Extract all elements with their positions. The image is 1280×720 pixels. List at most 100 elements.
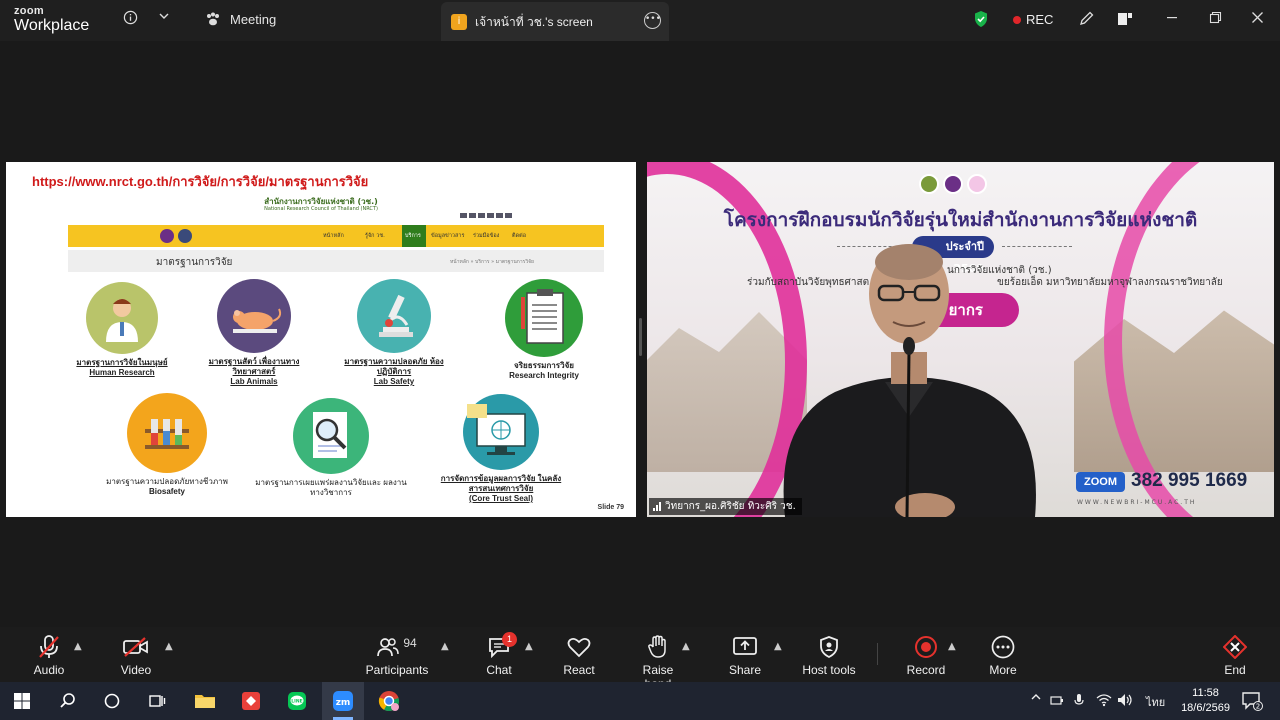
- volume-icon[interactable]: [1117, 693, 1133, 710]
- nav-item: ติดต่อ: [512, 233, 527, 239]
- lab-mouse-icon: [217, 279, 291, 353]
- participant-name: วิทยากร_ผอ.ศิริชัย ทิวะศิริ วช.: [665, 501, 796, 512]
- signal-bars-icon: [653, 502, 661, 511]
- website-text: WWW.NEWBRI-MCU.AC.TH: [1077, 499, 1197, 506]
- chat-options-chevron-icon[interactable]: ▲: [525, 641, 533, 652]
- category-research-integrity: จริยธรรมการวิจัย Research Integrity: [484, 279, 604, 381]
- chat-label: Chat: [486, 663, 512, 677]
- network-adapter-icon[interactable]: [1050, 693, 1064, 710]
- react-label: React: [563, 663, 595, 677]
- microscope-icon: [357, 279, 431, 353]
- more-button[interactable]: More: [984, 634, 1022, 677]
- info-icon[interactable]: [123, 10, 138, 29]
- paw-icon: [207, 12, 219, 26]
- meeting-tab-label: Meeting: [230, 11, 277, 27]
- clipboard-icon: [505, 279, 583, 357]
- shield-check-icon[interactable]: [973, 10, 989, 32]
- sponsor-logos: [919, 174, 987, 194]
- svg-text:LINE: LINE: [291, 699, 302, 705]
- chevron-down-icon[interactable]: [158, 10, 170, 26]
- wifi-icon[interactable]: [1096, 693, 1112, 710]
- task-view-icon[interactable]: [145, 689, 169, 713]
- toolbar-divider: [877, 643, 878, 665]
- participants-button[interactable]: 94 Participants: [362, 634, 432, 677]
- tray-microphone-icon[interactable]: [1073, 693, 1085, 710]
- data-monitor-icon: [463, 394, 539, 470]
- clock-time: 11:58: [1192, 687, 1219, 699]
- zoom-app-icon[interactable]: zm: [331, 689, 355, 713]
- search-icon[interactable]: [56, 689, 80, 713]
- react-button[interactable]: React: [562, 634, 596, 677]
- chat-button[interactable]: 1 Chat: [482, 632, 517, 677]
- magnifier-document-icon: [293, 398, 369, 474]
- audio-button[interactable]: Audio: [26, 634, 72, 677]
- chrome-icon[interactable]: [377, 689, 401, 713]
- system-clock[interactable]: 11:58 18/6/2569: [1181, 686, 1230, 716]
- recording-indicator: REC: [1013, 12, 1053, 27]
- breadcrumb: หน้าหลัก » บริการ » มาตรฐานการวิจัย: [450, 259, 534, 265]
- category-th-label: จริยธรรมการวิจัย: [514, 361, 574, 370]
- audio-options-chevron-icon[interactable]: ▲: [74, 641, 82, 652]
- raise-hand-options-chevron-icon[interactable]: ▲: [682, 641, 690, 652]
- split-view-handle[interactable]: [639, 318, 642, 356]
- more-options-icon[interactable]: •••: [644, 12, 661, 29]
- category-en-label: (Core Trust Seal): [468, 494, 533, 503]
- restore-icon[interactable]: [1209, 11, 1222, 28]
- record-options-chevron-icon[interactable]: ▲: [948, 641, 956, 652]
- category-research-publication: มาตรฐานการเผยแพร่ผลงานวิจัยและ ผลงานทางว…: [252, 398, 410, 498]
- tray-chevron-up-icon[interactable]: [1030, 691, 1042, 706]
- share-options-chevron-icon[interactable]: ▲: [774, 641, 782, 652]
- pencil-icon[interactable]: [1078, 10, 1095, 31]
- speaker-video[interactable]: โครงการฝึกอบรมนักวิจัยรุ่นใหม่สำนักงานกา…: [647, 162, 1274, 517]
- category-th-label: มาตรฐานการเผยแพร่ผลงานวิจัยและ ผลงานทางว…: [255, 478, 407, 497]
- record-icon: [915, 636, 937, 658]
- windows-taskbar: LINE zm ไทย 11:58 18/6/2569 2: [0, 682, 1280, 720]
- minimize-icon[interactable]: [1166, 11, 1178, 27]
- file-explorer-icon[interactable]: [193, 689, 217, 713]
- rec-label: REC: [1026, 12, 1054, 27]
- nav-item: บริการ: [405, 233, 421, 239]
- line-app-icon[interactable]: LINE: [285, 689, 309, 713]
- view-layout-icon[interactable]: [1117, 11, 1133, 31]
- host-tools-button[interactable]: Host tools: [800, 634, 858, 677]
- share-tab-name: เจ้าหน้าที่ วช.'s screen: [475, 15, 593, 29]
- audio-label: Audio: [33, 663, 65, 677]
- host-shield-icon: [820, 636, 838, 659]
- category-th-label: มาตรฐานความปลอดภัย ห้องปฏิบัติการ: [344, 357, 444, 376]
- sponsor-logo-icon: [967, 174, 987, 194]
- more-dots-icon: [991, 635, 1015, 659]
- share-tab-badge: i: [451, 14, 467, 30]
- sponsor-logo-icon: [919, 174, 939, 194]
- clock-date: 18/6/2569: [1181, 702, 1230, 714]
- zoom-app-label: zm: [336, 698, 351, 708]
- end-meeting-button[interactable]: End: [1218, 634, 1252, 677]
- slide-url: https://www.nrct.go.th/การวิจัย/การวิจัย…: [32, 174, 369, 189]
- meeting-tab[interactable]: Meeting: [205, 11, 276, 27]
- video-button[interactable]: Video: [114, 634, 158, 677]
- speaker-person: [783, 244, 1036, 517]
- end-label: End: [1224, 663, 1246, 677]
- cortana-icon[interactable]: [100, 689, 124, 713]
- site-utility-icons: [460, 213, 512, 218]
- zoom-workplace-logo: zoom Workplace: [14, 6, 89, 34]
- anydesk-icon[interactable]: [239, 689, 263, 713]
- screen-share-tab[interactable]: i เจ้าหน้าที่ วช.'s screen •••: [441, 2, 669, 41]
- ministry-logo-icon: [178, 229, 192, 243]
- category-lab-safety: มาตรฐานความปลอดภัย ห้องปฏิบัติการ Lab Sa…: [336, 279, 452, 387]
- category-th-label: มาตรฐานความปลอดภัยทางชีวภาพ: [106, 477, 228, 486]
- category-th-label: การจัดการข้อมูลผลการวิจัย ในคลังสารสนเทศ…: [440, 474, 562, 493]
- close-icon[interactable]: [1251, 11, 1264, 28]
- microphone-muted-icon: [39, 635, 59, 658]
- category-en-label: Research Integrity: [509, 371, 579, 380]
- logo-line2: Workplace: [14, 17, 90, 34]
- windows-start-icon[interactable]: [10, 689, 34, 713]
- participants-options-chevron-icon[interactable]: ▲: [441, 641, 449, 652]
- category-lab-animals: มาตรฐานสัตว์ เพื่องานทางวิทยาศาสตร์ Lab …: [196, 279, 312, 387]
- notification-center-icon[interactable]: 2: [1240, 689, 1264, 713]
- input-language[interactable]: ไทย: [1146, 693, 1165, 711]
- share-button[interactable]: Share: [728, 634, 762, 677]
- record-button[interactable]: Record: [904, 634, 948, 677]
- video-options-chevron-icon[interactable]: ▲: [165, 641, 173, 652]
- video-label: Video: [120, 663, 152, 677]
- sponsor-logo-icon: [943, 174, 963, 194]
